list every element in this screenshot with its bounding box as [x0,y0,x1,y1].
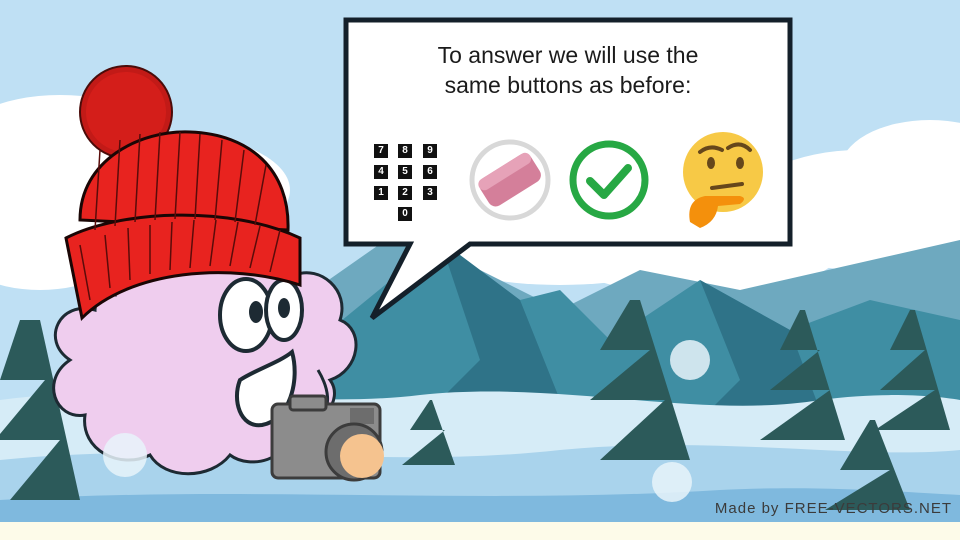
numpad-key: 2 [398,186,412,200]
speech-bubble-text: To answer we will use the same buttons a… [372,40,764,100]
camera-icon [270,394,384,482]
numpad-icon[interactable]: 7 8 9 4 5 6 1 2 3 0 [368,140,448,230]
numpad-key: 0 [398,207,412,221]
numpad-key: 3 [423,186,437,200]
bottom-strip [0,522,960,540]
numpad-key: 6 [423,165,437,179]
numpad-key: 8 [398,144,412,158]
credit-text: Made by FREE-VECTORS.NET [714,500,952,517]
numpad-key: 1 [374,186,388,200]
numpad-key: 5 [398,165,412,179]
eraser-icon[interactable] [469,139,551,221]
numpad-key: 4 [374,165,388,179]
numpad-key: 7 [374,144,388,158]
character-eyes [218,277,304,353]
numpad-key: 9 [423,144,437,158]
speech-line-2: same buttons as before: [444,72,692,98]
checkmark-icon[interactable] [569,140,649,220]
speech-line-1: To answer we will use the [437,42,699,68]
